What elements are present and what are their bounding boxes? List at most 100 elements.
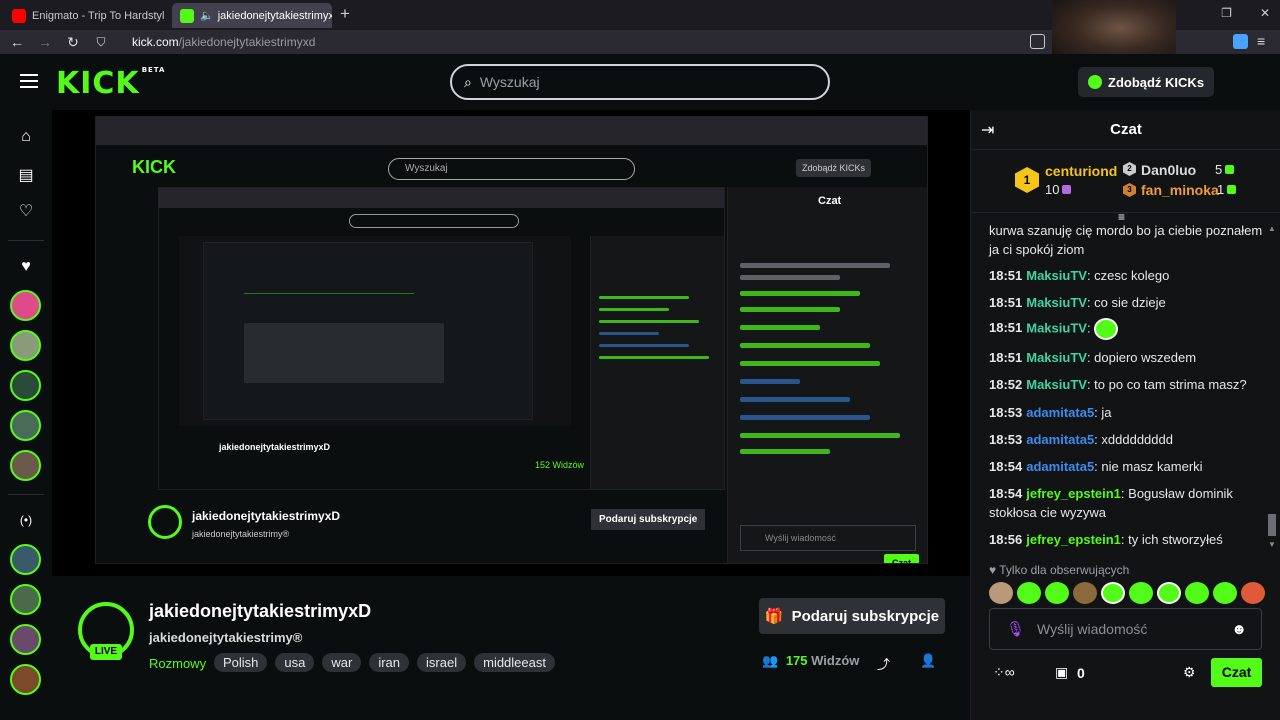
chat-message: 18:51 MaksiuTV: co sie dzieje (989, 295, 1166, 310)
extension-icon[interactable] (1233, 34, 1248, 49)
avatar[interactable] (10, 664, 41, 695)
avatar[interactable] (10, 330, 41, 361)
video-player[interactable]: Wyszukaj KICK Zdobądź KICKs Czat Wyślij … (52, 110, 970, 576)
search-input[interactable]: ⌕ Wyszukaj (450, 64, 830, 100)
emote-icon[interactable] (1241, 582, 1265, 604)
url-bar[interactable]: kick.com/jakiedonejtytakiestrimyxd (132, 35, 315, 49)
chat-username[interactable]: MaksiuTV (1026, 295, 1087, 310)
avatar[interactable] (10, 450, 41, 481)
leaderboard-third-name[interactable]: fan_minoka (1141, 182, 1219, 198)
avatar[interactable] (10, 370, 41, 401)
chat-scrollbar[interactable]: ▲ ▼ (1267, 222, 1277, 552)
nested-browser-chrome (96, 117, 927, 145)
nested-viewers: 152 Widzów (535, 460, 585, 470)
silver-rank-icon: 2 (1123, 162, 1136, 176)
browser-tab-youtube[interactable]: Enigmato - Trip To Hardstyl (4, 3, 168, 28)
avatar[interactable] (10, 624, 41, 655)
tag[interactable]: iran (369, 653, 410, 672)
tag[interactable]: war (322, 653, 362, 672)
leaderboard-second-name[interactable]: Dan0luo (1141, 162, 1196, 178)
share-icon[interactable]: ⤴ (877, 654, 890, 673)
chat-username[interactable]: adamitata5 (1026, 432, 1094, 447)
back-icon[interactable]: ← (6, 34, 28, 50)
emote-icon[interactable] (1101, 582, 1125, 604)
chat-username[interactable]: adamitata5 (1026, 405, 1094, 420)
reload-icon[interactable]: ↻ (62, 34, 84, 51)
sidebar-divider (8, 240, 44, 241)
stream-title: jakiedonejtytakiestrimy® (149, 630, 303, 645)
emote-icon[interactable] (989, 582, 1013, 604)
avatar[interactable] (10, 410, 41, 441)
hamburger-menu-icon[interactable] (20, 74, 38, 92)
forward-icon[interactable]: → (34, 34, 56, 50)
chat-message: 18:51 MaksiuTV: dopiero wszedem (989, 350, 1197, 365)
search-placeholder: Wyszukaj (479, 74, 540, 90)
following-icon[interactable]: ♡ (16, 201, 36, 221)
site-header: KICK BETA ⌕ Wyszukaj Zdobądź KICKs (0, 54, 1280, 110)
screenshot-icon[interactable] (1030, 34, 1045, 49)
get-kicks-button[interactable]: Zdobądź KICKs (1078, 67, 1215, 97)
menu-icon[interactable]: ≡ (1257, 34, 1272, 49)
nested-browser-chrome-2 (159, 188, 724, 208)
tag[interactable]: middleeast (474, 653, 555, 672)
avatar[interactable] (10, 290, 41, 321)
close-window-icon[interactable]: ✕ (1260, 6, 1270, 20)
chat-username[interactable]: jefrey_epstein1 (1026, 532, 1121, 547)
send-chat-button[interactable]: Czat (1211, 658, 1262, 687)
category-link[interactable]: Rozmowy (149, 656, 206, 671)
search-icon: ⌕ (464, 73, 472, 90)
emote-icon[interactable] (1045, 582, 1069, 604)
nested-chat-title: Czat (818, 195, 842, 207)
chat-settings-gear-icon[interactable]: ⚙ (1183, 664, 1196, 681)
chat-header: ⇥ Czat (971, 110, 1280, 150)
chat-panel: ⇥ Czat 1 centuriond 10 2 Dan0luo 5 3 fan… (970, 110, 1280, 720)
chat-username[interactable]: MaksiuTV (1026, 320, 1087, 335)
channel-name[interactable]: jakiedonejtytakiestrimyxD (149, 601, 371, 622)
live-badge: LIVE (90, 644, 122, 660)
restore-window-icon[interactable]: ❐ (1221, 6, 1232, 20)
nested-stream-title: jakiedonejtytakiestrimy® (192, 529, 290, 539)
tag[interactable]: usa (275, 653, 315, 672)
browse-icon[interactable]: ▤ (16, 165, 36, 185)
emote-icon[interactable] (1157, 582, 1181, 604)
scroll-thumb[interactable] (1268, 514, 1276, 536)
nested-send-button: Czat (884, 554, 920, 563)
shield-icon[interactable]: ⛉ (90, 35, 112, 50)
emote-icon[interactable] (1185, 582, 1209, 604)
avatar[interactable] (10, 584, 41, 615)
emote-icon[interactable] (1017, 582, 1041, 604)
emoji-picker-icon[interactable]: ☻ (1231, 621, 1247, 638)
webcam-overlay (1052, 0, 1176, 62)
kicks-infinity-icon[interactable]: ⁘∞ (993, 664, 1015, 681)
emote-icon[interactable] (1129, 582, 1153, 604)
follow-user-icon[interactable]: 👤 (920, 653, 936, 669)
browser-tab-kick[interactable]: 🔈 jakiedonejtytakiestrimyxD S ✕ (172, 3, 332, 28)
nested-chat: Czat Wyślij wiadomość Czat (727, 187, 927, 563)
chat-username[interactable]: jefrey_epstein1 (1026, 486, 1121, 501)
scroll-up-icon[interactable]: ▲ (1268, 224, 1276, 233)
emote-icon[interactable] (1073, 582, 1097, 604)
chat-username[interactable]: MaksiuTV (1026, 350, 1087, 365)
gift-box-icon[interactable]: ▣ (1055, 664, 1068, 681)
chat-username[interactable]: MaksiuTV (1026, 377, 1087, 392)
microphone-icon[interactable]: 🎙 (1006, 620, 1025, 638)
chat-username[interactable]: MaksiuTV (1026, 268, 1087, 283)
url-path: /jakiedonejtytakiestrimyxd (178, 35, 316, 49)
nested-kicks-button: Zdobądź KICKs (796, 159, 872, 177)
home-icon[interactable]: ⌂ (16, 128, 36, 148)
leaderboard-first-name[interactable]: centuriond (1045, 163, 1117, 179)
avatar[interactable] (10, 544, 41, 575)
new-tab-button[interactable]: + (340, 4, 350, 24)
emote-icon[interactable] (1213, 582, 1237, 604)
gift-sub-button[interactable]: 🎁 Podaruj subskrypcje (759, 598, 945, 634)
scroll-down-icon[interactable]: ▼ (1268, 540, 1276, 549)
leaderboard-second-count: 5 (1215, 162, 1235, 177)
tag[interactable]: israel (417, 653, 467, 672)
kick-logo[interactable]: KICK BETA (56, 66, 165, 101)
followers-only-notice: ♥ Tylko dla obserwujących (989, 563, 1130, 577)
speaker-icon[interactable]: 🔈 (200, 9, 214, 22)
chat-username[interactable]: adamitata5 (1026, 459, 1094, 474)
chat-message-input[interactable]: 🎙 Wyślij wiadomość ☻ (989, 608, 1262, 650)
chat-message: 18:51 MaksiuTV: czesc kolego (989, 268, 1170, 283)
tag[interactable]: Polish (214, 653, 268, 672)
